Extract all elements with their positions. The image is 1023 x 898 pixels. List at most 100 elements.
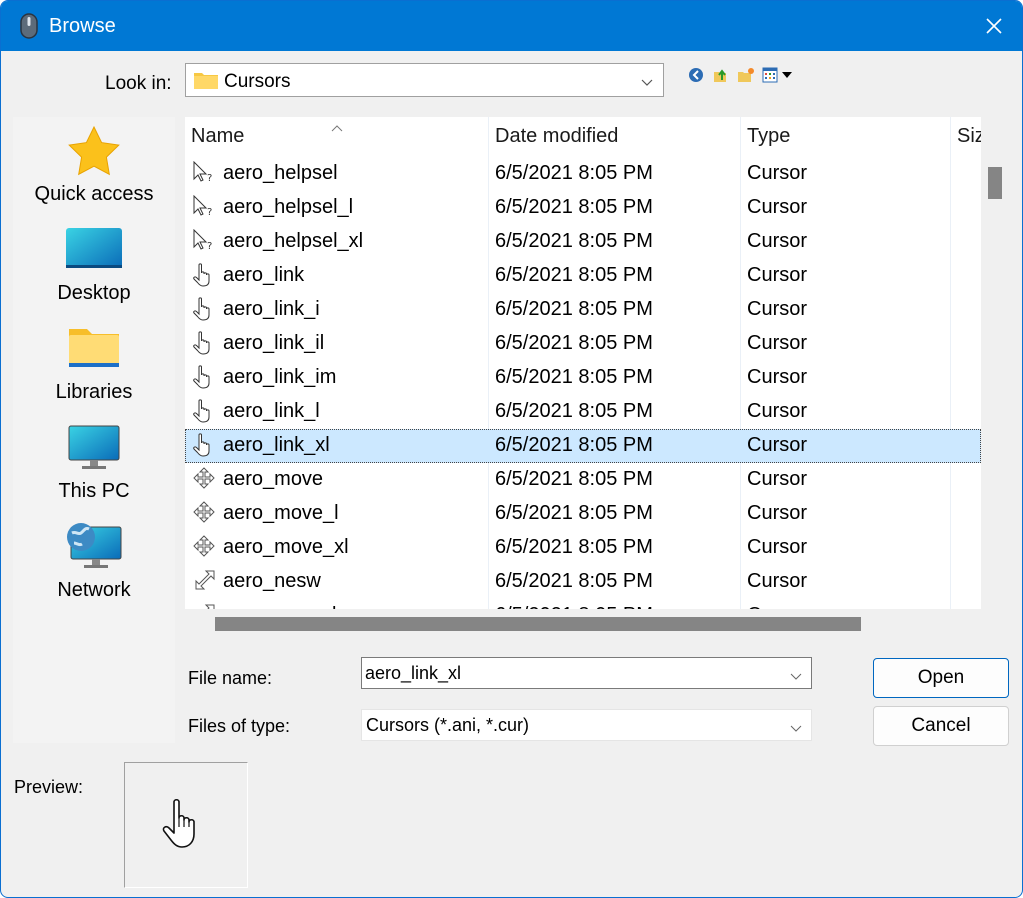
file-name: aero_helpsel_l — [223, 196, 354, 218]
file-date: 6/5/2021 8:05 PM — [495, 264, 653, 286]
column-date-modified[interactable]: Date modified — [495, 125, 618, 148]
hand-cursor-icon — [192, 263, 216, 287]
move-cursor-icon — [192, 535, 216, 559]
up-folder-button[interactable] — [712, 66, 730, 84]
file-row[interactable]: aero_move_xl 6/5/2021 8:05 PM Cursor — [185, 531, 981, 565]
file-date: 6/5/2021 8:05 PM — [495, 162, 653, 184]
svg-text:?: ? — [207, 241, 212, 252]
vertical-scroll-thumb[interactable] — [988, 167, 1002, 199]
cancel-button[interactable]: Cancel — [873, 706, 1009, 746]
look-in-value: Cursors — [224, 71, 291, 92]
hand-cursor-icon — [192, 365, 216, 389]
look-in-dropdown[interactable]: Cursors — [185, 63, 664, 97]
svg-text:?: ? — [207, 207, 212, 218]
place-libraries[interactable]: Libraries — [13, 323, 175, 419]
file-row[interactable]: aero_link 6/5/2021 8:05 PM Cursor — [185, 259, 981, 293]
file-type: Cursor — [747, 196, 808, 218]
place-label: This PC — [58, 480, 130, 502]
file-row[interactable]: ? aero_helpsel_l 6/5/2021 8:05 PM Cursor — [185, 191, 981, 225]
file-row[interactable]: aero_move 6/5/2021 8:05 PM Cursor — [185, 463, 981, 497]
file-name: aero_link_il — [223, 332, 325, 354]
file-row[interactable]: aero_link_i 6/5/2021 8:05 PM Cursor — [185, 293, 981, 327]
folder-icon — [193, 70, 219, 95]
close-icon — [986, 18, 1002, 34]
move-cursor-icon — [192, 501, 216, 525]
file-type: Cursor — [747, 570, 808, 592]
chevron-down-icon[interactable] — [790, 668, 802, 686]
file-type: Cursor — [747, 162, 808, 184]
close-button[interactable] — [966, 1, 1022, 51]
file-row[interactable]: aero_nesw_l6/5/2021 8:05 PMCursor — [185, 599, 981, 609]
browse-dialog: Browse Look in: Cursors Quick access Des… — [0, 0, 1023, 898]
file-name: aero_link_im — [223, 366, 337, 388]
file-type-value: Cursors (*.ani, *.cur) — [366, 715, 530, 735]
hand-cursor-icon — [192, 297, 216, 321]
file-row[interactable]: aero_link_xl 6/5/2021 8:05 PM Cursor — [185, 429, 981, 463]
file-name: aero_move_xl — [223, 536, 349, 558]
file-name: aero_link_i — [223, 298, 320, 320]
file-row[interactable]: aero_link_l 6/5/2021 8:05 PM Cursor — [185, 395, 981, 429]
file-name: aero_move_l — [223, 502, 339, 524]
vertical-scrollbar[interactable] — [981, 117, 1009, 609]
file-date: 6/5/2021 8:05 PM — [495, 434, 653, 456]
resize-nesw-cursor-icon — [192, 569, 216, 593]
svg-text:?: ? — [207, 173, 212, 184]
place-label: Desktop — [57, 282, 131, 304]
file-date: 6/5/2021 8:05 PM — [495, 468, 653, 490]
help-cursor-icon: ? — [192, 194, 216, 219]
star-icon — [68, 125, 120, 176]
open-button[interactable]: Open — [873, 658, 1009, 698]
file-row[interactable]: aero_move_l 6/5/2021 8:05 PM Cursor — [185, 497, 981, 531]
hand-cursor-icon — [162, 798, 195, 848]
file-type-label: Files of type: — [188, 716, 291, 736]
file-date: 6/5/2021 8:05 PM — [495, 400, 653, 422]
file-type: Cursor — [747, 366, 808, 388]
file-row[interactable]: aero_nesw 6/5/2021 8:05 PM Cursor — [185, 565, 981, 599]
file-date: 6/5/2021 8:05 PM — [495, 502, 653, 524]
back-button[interactable] — [687, 66, 705, 84]
network-icon — [67, 523, 122, 568]
place-network[interactable]: Network — [13, 521, 175, 617]
up-folder-icon — [714, 69, 726, 82]
file-type: Cursor — [747, 400, 808, 422]
file-name: aero_helpsel_xl — [223, 230, 364, 252]
sort-ascending-icon — [331, 119, 343, 137]
file-name: aero_link — [223, 264, 305, 286]
place-this-pc[interactable]: This PC — [13, 422, 175, 518]
hand-cursor-icon — [192, 433, 216, 457]
toolbar — [687, 65, 796, 85]
column-header: Name Date modified Type Siz — [185, 117, 981, 609]
file-name-combo[interactable] — [361, 657, 812, 689]
window-title: Browse — [49, 15, 116, 37]
file-date: 6/5/2021 8:05 PM — [495, 570, 653, 592]
new-folder-button[interactable] — [737, 66, 755, 84]
file-name-input[interactable] — [365, 661, 775, 685]
column-size[interactable]: Siz — [957, 125, 981, 148]
preview-label: Preview: — [14, 777, 84, 797]
horizontal-scroll-thumb[interactable] — [215, 617, 861, 631]
file-name-label: File name: — [188, 668, 273, 688]
file-row[interactable]: ? aero_helpsel_xl 6/5/2021 8:05 PM Cursor — [185, 225, 981, 259]
look-in-label: Look in: — [105, 73, 172, 94]
file-name: aero_link_xl — [223, 434, 330, 456]
file-row[interactable]: ? aero_helpsel 6/5/2021 8:05 PM Cursor — [185, 157, 981, 191]
chevron-down-icon — [790, 720, 802, 738]
column-type[interactable]: Type — [747, 125, 790, 148]
file-type-dropdown[interactable]: Cursors (*.ani, *.cur) — [361, 709, 812, 741]
new-folder-icon — [738, 68, 754, 82]
places-bar: Quick access Desktop Libraries This PC N… — [13, 117, 175, 743]
file-list[interactable]: Name Date modified Type Siz ? aero_helpse… — [185, 117, 981, 609]
view-menu-button[interactable] — [762, 66, 796, 84]
file-row[interactable]: aero_link_im 6/5/2021 8:05 PM Cursor — [185, 361, 981, 395]
place-quick-access[interactable]: Quick access — [13, 125, 175, 221]
column-name[interactable]: Name — [191, 125, 244, 148]
file-name: aero_link_l — [223, 400, 320, 422]
file-row[interactable]: aero_link_il 6/5/2021 8:05 PM Cursor — [185, 327, 981, 361]
title-bar[interactable]: Browse — [1, 1, 1022, 51]
file-type: Cursor — [747, 468, 808, 490]
file-type: Cursor — [747, 536, 808, 558]
horizontal-scrollbar[interactable] — [185, 609, 981, 639]
place-desktop[interactable]: Desktop — [13, 224, 175, 320]
place-label: Network — [57, 579, 131, 601]
file-date: 6/5/2021 8:05 PM — [495, 536, 653, 558]
